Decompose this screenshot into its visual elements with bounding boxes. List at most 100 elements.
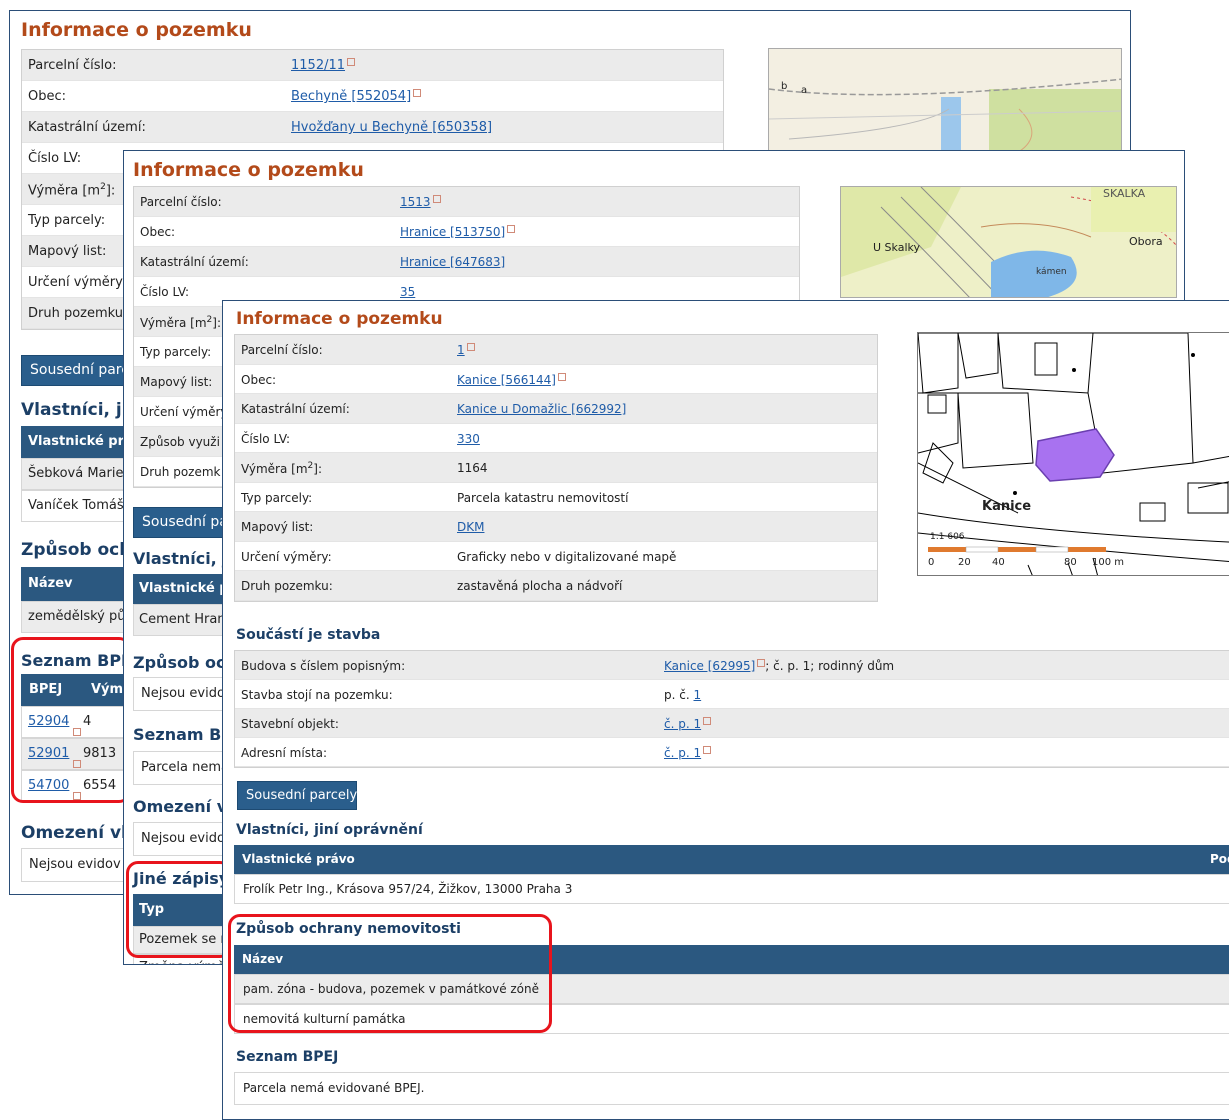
bpej-row: Parcela nemá <box>133 751 225 785</box>
info-label: Výměra [m2]: <box>28 182 116 199</box>
external-link-icon[interactable] <box>413 89 422 97</box>
info-row: Katastrální území: Hvožďany u Bechyně [6… <box>22 112 723 143</box>
map-label: SKALKA <box>1103 187 1146 200</box>
info-row: Parcelní číslo: 1152/11 <box>22 50 723 81</box>
building-label: Adresní místa: <box>241 746 328 760</box>
building-object-link[interactable]: č. p. 1 <box>664 717 701 731</box>
info-row: Výměra [m2]: 1164 <box>235 453 877 483</box>
parcel-info-table: Parcelní číslo: 1 Obec: Kanice [566144] … <box>234 334 878 602</box>
cadastral-area-link[interactable]: Hvožďany u Bechyně [650358] <box>291 120 492 135</box>
scale-tick: 0 <box>928 557 935 568</box>
external-link-icon[interactable] <box>703 717 712 725</box>
info-row: Katastrální území: Hranice [647683] <box>134 247 799 277</box>
info-label: Katastrální území: <box>140 255 249 269</box>
external-link-icon[interactable] <box>347 58 356 66</box>
info-label: Katastrální území: <box>241 402 350 416</box>
parcel-map[interactable]: Kanice 1:1 606 0 20 40 80 100 m <box>917 332 1229 576</box>
address-link[interactable]: č. p. 1 <box>664 746 701 760</box>
area-method-value: Graficky nebo v digitalizované mapě <box>457 549 677 564</box>
map-label: Obora <box>1129 235 1163 248</box>
parcel-link[interactable]: 1 <box>694 688 702 702</box>
cadastral-area-link[interactable]: Kanice u Domažlic [662992] <box>457 402 626 416</box>
info-label: Obec: <box>140 225 176 239</box>
building-label: Stavba stojí na pozemku: <box>241 688 393 702</box>
page-title: Informace o pozemku <box>236 309 443 329</box>
page-title: Informace o pozemku <box>21 19 252 41</box>
info-label: Druh pozemku: <box>241 579 333 593</box>
building-label: Stavební objekt: <box>241 717 339 731</box>
external-link-icon[interactable] <box>557 372 566 381</box>
protection-header: Název <box>21 567 131 601</box>
info-label: Mapový list: <box>28 244 107 259</box>
building-row: Budova s číslem popisným: Kanice [62995]… <box>235 651 1229 680</box>
scale-tick: 100 m <box>1092 557 1125 568</box>
info-row: Typ parcely: Parcela katastru nemovitost… <box>235 482 877 512</box>
scale-tick: 40 <box>992 557 1005 568</box>
municipality-link[interactable]: Kanice [566144] <box>457 373 556 387</box>
map-label: b <box>781 81 788 92</box>
map-sheet-link[interactable]: DKM <box>457 520 484 534</box>
parcel-number-link[interactable]: 1152/11 <box>291 58 345 73</box>
highlight-box <box>126 861 232 958</box>
info-label: Výměra [m2]: <box>140 315 222 330</box>
parcel-number-link[interactable]: 1 <box>457 343 465 357</box>
owner-row: Cement Hran <box>133 604 225 636</box>
municipality-link[interactable]: Hranice [513750] <box>400 225 505 239</box>
external-link-icon[interactable] <box>703 746 712 754</box>
highlight-box <box>11 637 131 803</box>
scale-tick: 80 <box>1064 557 1077 568</box>
external-link-icon[interactable] <box>466 343 475 351</box>
info-label: Katastrální území: <box>28 120 146 135</box>
info-label: Druh pozemk <box>140 465 221 479</box>
parcel-map[interactable]: SKALKA U Skalky Obora kámen <box>840 186 1177 298</box>
external-link-icon[interactable] <box>432 195 441 203</box>
lv-link[interactable]: 330 <box>457 432 480 446</box>
info-label: Parcelní číslo: <box>28 58 117 73</box>
info-label: Druh pozemku <box>28 306 124 321</box>
info-row: Druh pozemku: zastavěná plocha a nádvoří <box>235 571 877 601</box>
page-title: Informace o pozemku <box>133 159 364 181</box>
info-row: Mapový list: DKM <box>235 512 877 542</box>
info-row: Obec: Bechyně [552054] <box>22 81 723 112</box>
parcel-prefix: p. č. <box>664 688 690 702</box>
cadastral-area-link[interactable]: Hranice [647683] <box>400 255 505 269</box>
neighbor-parcels-button[interactable]: Sousední parc <box>21 355 131 386</box>
map-scale-label: 1:1 606 <box>930 532 965 542</box>
neighbor-parcels-button[interactable]: Sousední par <box>133 507 234 538</box>
external-link-icon[interactable] <box>757 659 766 667</box>
info-label: Obec: <box>241 372 277 387</box>
info-label: Číslo LV: <box>140 285 190 299</box>
share-header: Podíl <box>1210 852 1229 866</box>
limits-row: Nejsou evidov <box>21 848 131 882</box>
lv-link[interactable]: 35 <box>400 285 415 299</box>
parcel-map[interactable]: b a <box>768 48 1122 158</box>
info-row: Určení výměry: Graficky nebo v digitaliz… <box>235 541 877 571</box>
building-link[interactable]: Kanice [62995] <box>664 659 755 673</box>
highlight-box <box>228 914 552 1033</box>
info-label: Určení výměry: <box>241 549 332 564</box>
map-town-label: Kanice <box>982 499 1032 514</box>
owners-header: Vlastnické prá <box>21 426 133 458</box>
info-label: Mapový list: <box>140 375 213 389</box>
protection-row: zemědělský pů <box>21 601 131 633</box>
bpej-row: Parcela nemá evidované BPEJ. <box>234 1072 1229 1105</box>
protection-row: Nejsou evido <box>133 677 225 711</box>
municipality-link[interactable]: Bechyně [552054] <box>291 89 411 104</box>
building-title: Součástí je stavba <box>236 627 381 643</box>
external-link-icon[interactable] <box>507 225 516 233</box>
info-label: Určení výměry <box>140 405 228 419</box>
info-label: Obec: <box>28 89 67 104</box>
info-label: Parcelní číslo: <box>241 343 323 357</box>
info-label: Typ parcely: <box>28 213 106 228</box>
owners-header: Vlastnické pr <box>133 574 235 604</box>
parcel-number-link[interactable]: 1513 <box>400 195 431 209</box>
map-label: a <box>801 85 808 96</box>
owner-row: Vaníček Tomáš <box>21 490 131 522</box>
info-row: Parcelní číslo: 1513 <box>134 187 799 217</box>
neighbor-parcels-button[interactable]: Sousední parcely <box>237 781 357 810</box>
limits-row: Nejsou evido <box>133 822 225 856</box>
map-label: U Skalky <box>873 241 920 254</box>
info-label: Parcelní číslo: <box>140 195 222 209</box>
info-label: Mapový list: <box>241 520 314 534</box>
building-row: Stavba stojí na pozemku: p. č. 1 <box>235 680 1229 709</box>
